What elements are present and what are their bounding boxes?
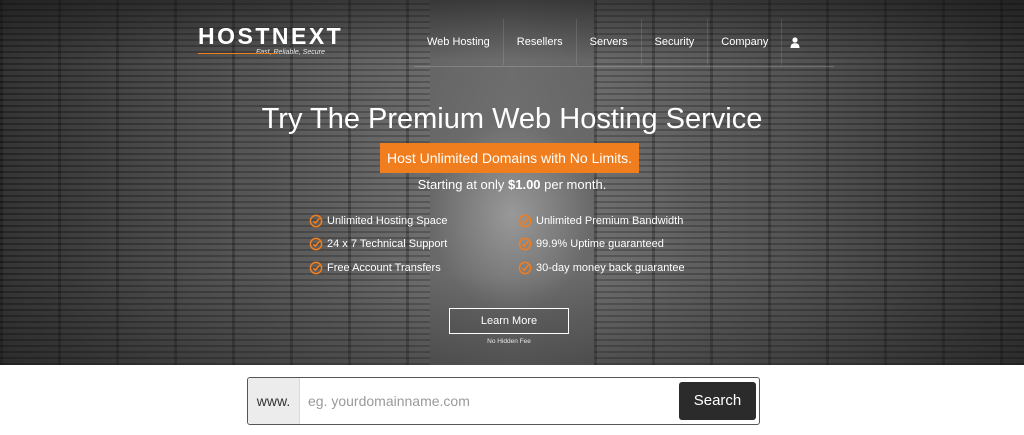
check-circle-icon (309, 237, 323, 251)
www-prefix: www. (248, 378, 300, 424)
check-circle-icon (518, 261, 532, 275)
feature-item: Free Account Transfers (309, 261, 441, 275)
feature-item: 24 x 7 Technical Support (309, 237, 447, 251)
nav-item-servers[interactable]: Servers (577, 30, 641, 54)
feature-label: Unlimited Hosting Space (327, 215, 448, 227)
price-prefix: Starting at only (417, 177, 508, 192)
nav-item-security[interactable]: Security (642, 30, 708, 54)
price-value: $1.00 (508, 177, 541, 192)
nav-item-web-hosting[interactable]: Web Hosting (414, 30, 503, 54)
main-nav: Web Hosting Resellers Servers Security C… (414, 19, 808, 65)
feature-label: 99.9% Uptime guaranteed (536, 238, 664, 250)
domain-search-button[interactable]: Search (679, 382, 756, 420)
header-divider (414, 66, 834, 67)
check-circle-icon (309, 214, 323, 228)
check-circle-icon (518, 237, 532, 251)
learn-more-button[interactable]: Learn More (449, 308, 569, 334)
logo-text: HOSTNEXT (198, 23, 344, 49)
price-suffix: per month. (540, 177, 607, 192)
user-icon[interactable] (782, 36, 808, 48)
promo-badge: Host Unlimited Domains with No Limits. (380, 143, 639, 173)
domain-search-bar: www. Search (247, 377, 760, 425)
nav-item-resellers[interactable]: Resellers (504, 30, 576, 54)
feature-item: 30-day money back guarantee (518, 261, 685, 275)
nav-item-company[interactable]: Company (708, 30, 781, 54)
domain-search-input[interactable] (308, 386, 668, 416)
logo-underline (198, 53, 278, 54)
feature-item: Unlimited Premium Bandwidth (518, 214, 683, 228)
feature-item: Unlimited Hosting Space (309, 214, 447, 228)
feature-label: 30-day money back guarantee (536, 262, 685, 274)
feature-label: Unlimited Premium Bandwidth (536, 215, 684, 227)
feature-label: 24 x 7 Technical Support (327, 238, 448, 250)
feature-item: 99.9% Uptime guaranteed (518, 237, 664, 251)
price-line: Starting at only $1.00 per month. (0, 177, 1024, 192)
brand-logo[interactable]: HOSTNEXT Fast, Reliable, Secure (198, 24, 343, 56)
hero-banner: HOSTNEXT Fast, Reliable, Secure Web Host… (0, 0, 1024, 365)
check-circle-icon (518, 214, 532, 228)
hero-headline: Try The Premium Web Hosting Service (261, 103, 763, 135)
no-hidden-fee-note: No Hidden Fee (487, 338, 531, 345)
feature-label: Free Account Transfers (327, 262, 441, 274)
check-circle-icon (309, 261, 323, 275)
